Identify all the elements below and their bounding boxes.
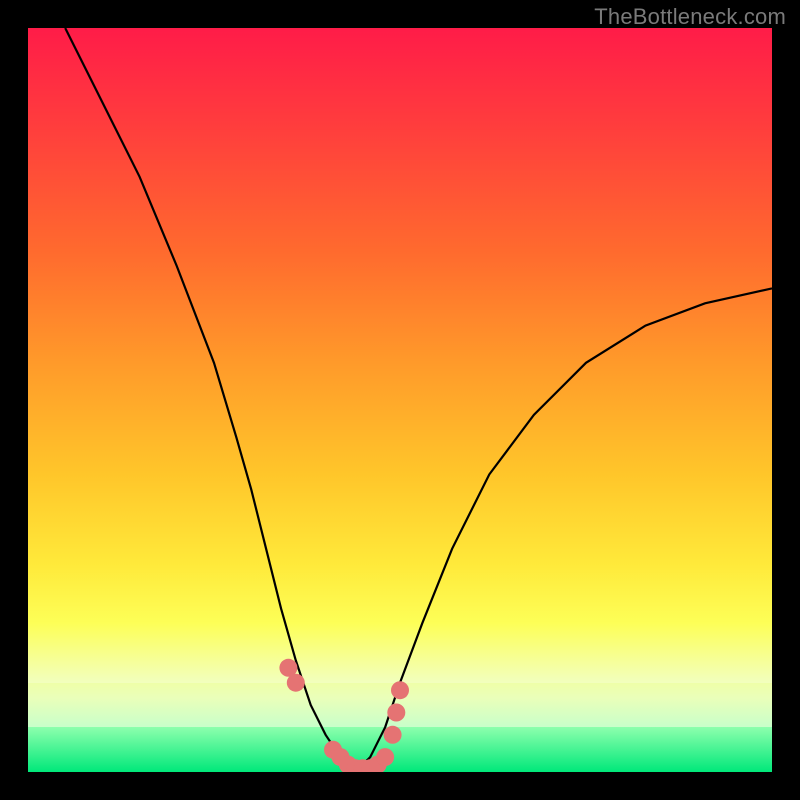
right-branch-path	[355, 288, 772, 772]
highlight-dot	[287, 674, 305, 692]
plot-area	[28, 28, 772, 772]
watermark-text: TheBottleneck.com	[594, 4, 786, 30]
highlight-dot	[376, 748, 394, 766]
curve-overlay	[28, 28, 772, 772]
dots-group	[279, 659, 409, 772]
highlight-dot	[391, 681, 409, 699]
highlight-dot	[387, 704, 405, 722]
chart-frame: TheBottleneck.com	[0, 0, 800, 800]
left-branch-path	[65, 28, 355, 772]
highlight-dot	[384, 726, 402, 744]
